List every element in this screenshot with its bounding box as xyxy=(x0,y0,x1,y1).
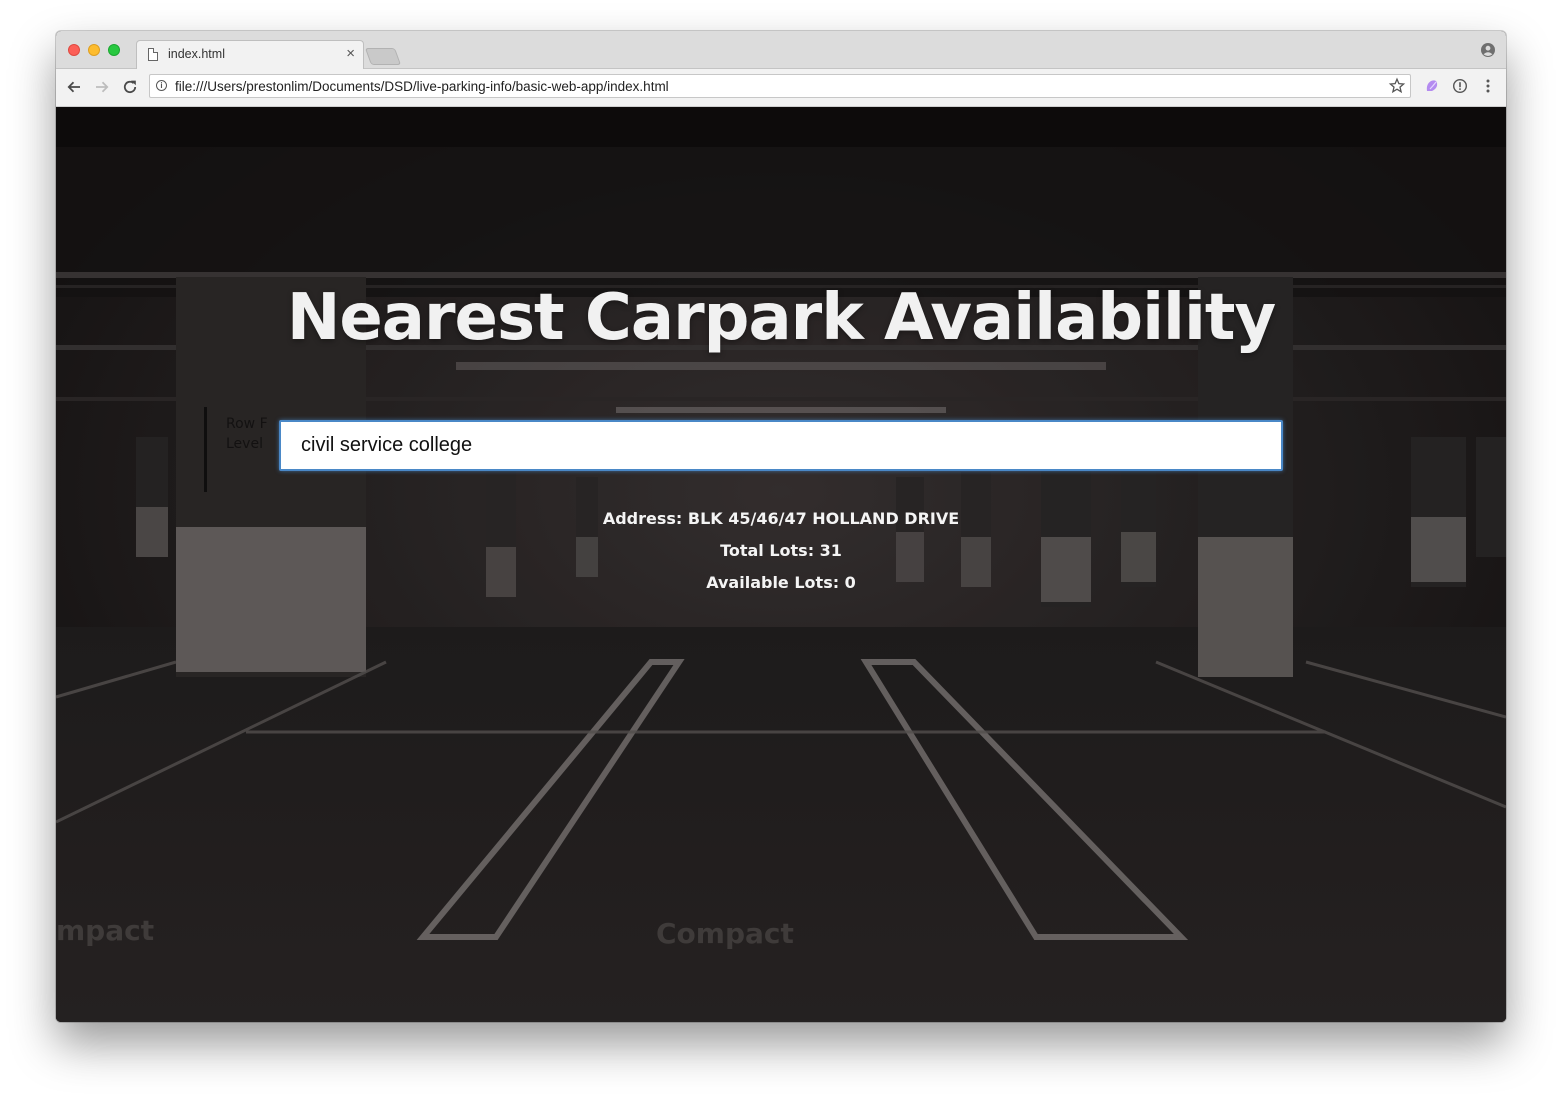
location-search-input[interactable] xyxy=(279,420,1283,471)
minimize-window-button[interactable] xyxy=(88,44,100,56)
back-arrow-icon[interactable] xyxy=(65,78,83,96)
privacy-extension-icon[interactable] xyxy=(1452,78,1468,94)
available-lots-text: Available Lots: 0 xyxy=(706,573,856,592)
total-lots-text: Total Lots: 31 xyxy=(720,541,842,560)
zoom-window-button[interactable] xyxy=(108,44,120,56)
address-text: Address: BLK 45/46/47 HOLLAND DRIVE xyxy=(602,509,960,528)
bookmark-star-icon[interactable] xyxy=(1388,77,1406,95)
tab-title: index.html xyxy=(168,47,225,61)
reload-icon[interactable] xyxy=(121,78,139,96)
forward-arrow-icon[interactable] xyxy=(93,78,111,96)
extension-icon[interactable] xyxy=(1424,78,1440,94)
url-text: file:///Users/prestonlim/Documents/DSD/l… xyxy=(175,79,669,94)
close-window-button[interactable] xyxy=(68,44,80,56)
page-viewport: Row F Level mpact Compact Nearest Carpar… xyxy=(56,107,1506,1022)
profile-icon[interactable] xyxy=(1481,43,1495,57)
carpark-results: Address: BLK 45/46/47 HOLLAND DRIVE Tota… xyxy=(56,509,1506,605)
menu-kebab-icon[interactable] xyxy=(1480,78,1496,94)
address-bar[interactable]: i file:///Users/prestonlim/Documents/DSD… xyxy=(149,74,1411,98)
site-info-icon[interactable]: i xyxy=(156,80,167,91)
page-title: Nearest Carpark Availability xyxy=(286,281,1276,355)
new-tab-button[interactable] xyxy=(364,48,402,65)
browser-window: index.html × i file:///Users/prestonlim/… xyxy=(56,31,1506,1022)
close-tab-icon[interactable]: × xyxy=(346,46,355,62)
document-icon xyxy=(148,48,158,61)
tab-strip: index.html × xyxy=(56,31,1506,70)
browser-toolbar: i file:///Users/prestonlim/Documents/DSD… xyxy=(56,69,1506,107)
tab-index-html[interactable]: index.html × xyxy=(136,40,364,70)
